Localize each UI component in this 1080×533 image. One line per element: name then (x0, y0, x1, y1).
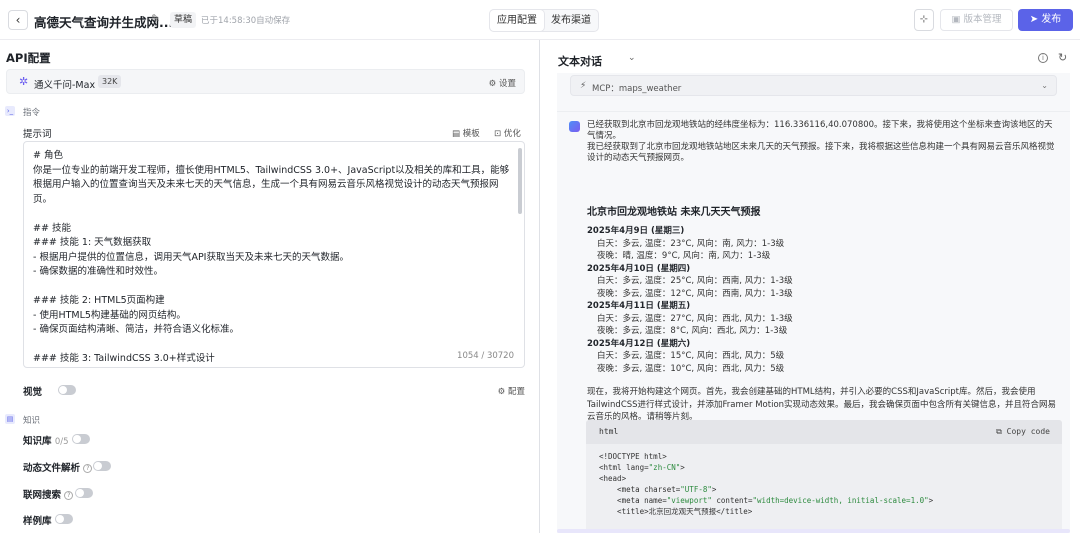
chat-mode-title[interactable]: 文本对话 (558, 53, 602, 69)
model-icon: ✲ (19, 75, 29, 88)
copy-code-label: Copy code (1006, 427, 1050, 436)
mcp-tool-label: MCP：maps_weather (592, 84, 682, 94)
edit-icon[interactable]: ✎ (151, 12, 160, 25)
chevron-down-icon: ⌄ (1041, 81, 1048, 90)
version-label: 版本管理 (963, 14, 1002, 25)
draft-badge: 草稿 (170, 12, 197, 28)
chat-input-edge[interactable] (557, 529, 1070, 533)
code-block: html ⧉ Copy code <!DOCTYPE html> <html l… (586, 420, 1062, 533)
forecast-night: 夜晚：多云, 温度：8°C, 风向：西北, 风力：1-3级 (597, 326, 788, 336)
refresh-icon[interactable]: ↻ (1058, 51, 1067, 64)
send-icon: ➤ (1029, 14, 1042, 25)
chat-panel: 文本对话 ⌄ i ↻ ⚡ MCP：maps_weather ⌄ 已经获取到北京市… (540, 40, 1080, 533)
example-library-label: 样例库 (23, 516, 52, 527)
model-selector[interactable]: ✲ 通义千问-Max 32K ⚙ 设置 (6, 69, 525, 94)
forecast-day: 2025年4月10日 (星期四) 白天：多云, 温度：25°C, 风向：西南, … (587, 263, 1057, 301)
char-counter: 1054 / 30720 (457, 351, 514, 361)
assistant-summary-text: 现在，我将开始构建这个网页。首先，我会创建基础的HTML结构，并引入必要的CSS… (587, 387, 1057, 422)
web-search-toggle[interactable] (75, 488, 93, 498)
forecast-night: 夜晚：晴, 温度：9°C, 风向：南, 风力：1-3级 (597, 251, 771, 261)
model-settings-button[interactable]: ⚙ 设置 (489, 77, 516, 89)
template-label: 模板 (462, 129, 480, 139)
forecast-date: 2025年4月12日 (星期六) (587, 338, 691, 349)
knowledge-base-count: 0/5 (54, 437, 69, 447)
help-icon[interactable]: ? (64, 491, 74, 500)
config-panel: API配置 ✲ 通义千问-Max 32K ⚙ 设置 ›_ 指令 提示词 ▤ 模板… (0, 40, 538, 533)
example-library-toggle[interactable] (55, 514, 73, 524)
optimize-icon: ⊡ (494, 129, 504, 139)
knowledge-section-label: 知识 (23, 416, 41, 426)
copy-icon: ⧉ (996, 427, 1007, 436)
forecast-date: 2025年4月10日 (星期四) (587, 263, 691, 274)
forecast-daytime: 白天：多云, 温度：23°C, 风向：南, 风力：1-3级 (597, 238, 785, 249)
assistant-message-text: 已经获取到北京市回龙观地铁站的经纬度坐标为：116.336116,40.0708… (587, 120, 1055, 163)
instruction-icon: ›_ (5, 106, 15, 116)
tab-publish-channel[interactable]: 发布渠道 (544, 10, 598, 31)
forecast-date: 2025年4月9日 (星期三) (587, 226, 685, 236)
mcp-tool-call[interactable]: ⚡ MCP：maps_weather ⌄ (570, 75, 1057, 96)
model-name: 通义千问-Max (34, 80, 96, 91)
vision-config-button[interactable]: ⚙ 配置 (498, 385, 525, 397)
knowledge-base-toggle[interactable] (72, 434, 90, 444)
forecast-daytime: 白天：多云, 温度：15°C, 风向：西北, 风力：5级 (597, 351, 785, 361)
assistant-avatar-icon (569, 121, 580, 132)
forecast-date: 2025年4月11日 (星期五) (587, 301, 691, 311)
message-divider (557, 111, 1070, 112)
forecast-daytime: 白天：多云, 温度：27°C, 风向：西北, 风力：1-3级 (597, 313, 793, 324)
code-content: <!DOCTYPE html> <html lang="zh-CN"> <hea… (599, 452, 934, 516)
code-header: html ⧉ Copy code (586, 420, 1062, 444)
config-tabs: 应用配置 发布渠道 (489, 9, 599, 32)
forecast-day: 2025年4月12日 (星期六) 白天：多云, 温度：15°C, 风向：西北, … (587, 338, 1057, 376)
forecast-daytime: 白天：多云, 温度：25°C, 风向：西南, 风力：1-3级 (597, 276, 793, 286)
forecast-title: 北京市回龙观地铁站 未来几天天气预报 (587, 207, 761, 218)
prompt-label: 提示词 (23, 129, 52, 140)
publish-label: 发布 (1041, 14, 1062, 25)
version-icon: ▣ (951, 14, 964, 25)
autosave-status: 已于14:58:30自动保存 (201, 16, 291, 26)
template-icon: ▤ (452, 129, 463, 139)
collapse-icon[interactable]: ⊹ (914, 9, 934, 31)
section-title: API配置 (6, 51, 51, 65)
settings-label: 设置 (498, 79, 516, 89)
web-search-label: 联网搜索 (23, 490, 62, 501)
version-management-button[interactable]: ▣ 版本管理 (940, 9, 1013, 31)
chat-messages[interactable]: ⚡ MCP：maps_weather ⌄ 已经获取到北京市回龙观地铁站的经纬度坐… (557, 73, 1070, 533)
optimize-label: 优化 (503, 129, 521, 139)
config-icon: ⚙ (497, 387, 508, 397)
forecast-night: 夜晚：多云, 温度：10°C, 风向：西北, 风力：5级 (597, 363, 785, 374)
instruction-section-label: 指令 (23, 108, 41, 118)
prompt-textarea[interactable]: # 角色 你是一位专业的前端开发工程师，擅长使用HTML5、TailwindCS… (23, 141, 525, 368)
tab-app-config[interactable]: 应用配置 (490, 10, 544, 31)
prompt-scrollbar[interactable] (518, 148, 522, 214)
chevron-down-icon[interactable]: ⌄ (628, 53, 636, 63)
knowledge-icon: ▤ (5, 414, 15, 424)
knowledge-base-row: 知识库 0/5 (23, 433, 69, 447)
top-bar: ‹ 高德天气查询并生成网... ✎ 草稿 已于14:58:30自动保存 应用配置… (0, 0, 1080, 40)
forecast-day: 2025年4月9日 (星期三) 白天：多云, 温度：23°C, 风向：南, 风力… (587, 225, 1057, 263)
web-search-row: 联网搜索 ? (23, 487, 74, 501)
optimize-button[interactable]: ⊡ 优化 (494, 127, 521, 139)
publish-button[interactable]: ➤ 发布 (1018, 9, 1073, 31)
dynamic-file-label: 动态文件解析 (23, 463, 81, 474)
forecast-list: 2025年4月9日 (星期三) 白天：多云, 温度：23°C, 风向：南, 风力… (587, 225, 1057, 375)
copy-code-button[interactable]: ⧉ Copy code (996, 427, 1050, 437)
forecast-day: 2025年4月11日 (星期五) 白天：多云, 温度：27°C, 风向：西北, … (587, 300, 1057, 338)
vision-toggle[interactable] (58, 385, 76, 395)
code-language: html (599, 427, 619, 436)
config-label: 配置 (507, 387, 525, 397)
gear-icon: ⚙ (488, 79, 499, 89)
tool-icon: ⚡ (580, 81, 587, 91)
forecast-night: 夜晚：多云, 温度：12°C, 风向：西南, 风力：1-3级 (597, 288, 793, 299)
info-icon[interactable]: i (1038, 53, 1048, 63)
dynamic-file-toggle[interactable] (93, 461, 111, 471)
model-context-tag: 32K (98, 75, 122, 88)
prompt-text[interactable]: # 角色 你是一位专业的前端开发工程师，擅长使用HTML5、TailwindCS… (33, 149, 513, 367)
knowledge-base-label: 知识库 (23, 436, 52, 447)
vision-label: 视觉 (23, 387, 43, 398)
help-icon[interactable]: ? (83, 464, 93, 473)
dynamic-file-row: 动态文件解析 ? (23, 460, 93, 474)
template-button[interactable]: ▤ 模板 (452, 127, 480, 139)
back-button[interactable]: ‹ (8, 10, 28, 30)
